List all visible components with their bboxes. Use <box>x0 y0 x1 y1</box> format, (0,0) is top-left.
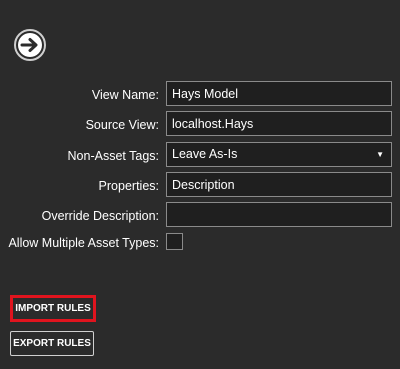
source-view-input[interactable] <box>166 111 392 136</box>
allow-multiple-asset-types-label: Allow Multiple Asset Types: <box>8 236 159 250</box>
view-name-input[interactable] <box>166 81 392 106</box>
properties-input[interactable] <box>166 172 392 197</box>
override-description-input[interactable] <box>166 202 392 227</box>
arrow-right-circle-icon[interactable] <box>13 28 47 62</box>
caret-down-icon: ▼ <box>376 150 384 159</box>
import-rules-button[interactable]: IMPORT RULES <box>10 295 96 322</box>
view-name-label: View Name: <box>91 88 159 102</box>
export-rules-button[interactable]: EXPORT RULES <box>10 331 94 356</box>
source-view-label: Source View: <box>85 118 159 132</box>
non-asset-tags-value: Leave As-Is <box>172 147 238 161</box>
properties-label: Properties: <box>98 179 159 193</box>
allow-multiple-asset-types-checkbox[interactable] <box>166 233 183 250</box>
non-asset-tags-label: Non-Asset Tags: <box>67 149 159 163</box>
override-description-label: Override Description: <box>41 209 159 223</box>
non-asset-tags-select[interactable]: Leave As-Is ▼ <box>166 142 392 167</box>
